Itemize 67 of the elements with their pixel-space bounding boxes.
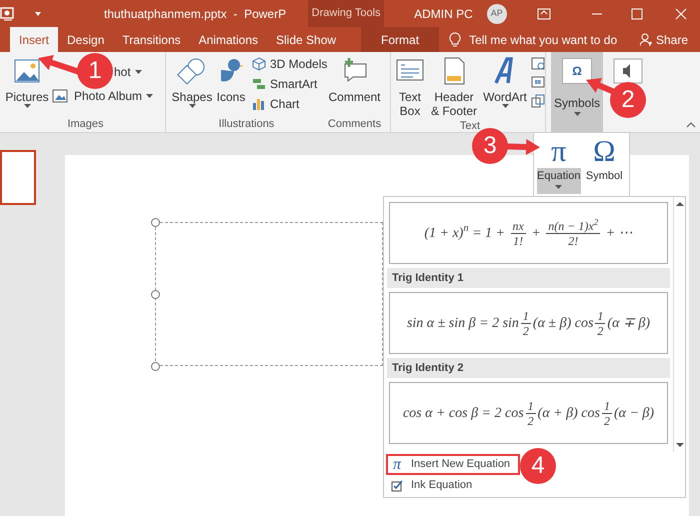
- contextual-tab-group: Drawing Tools: [308, 0, 384, 27]
- smartart-icon: [252, 77, 266, 91]
- chart-icon: [252, 97, 266, 111]
- close-icon: [674, 8, 688, 20]
- group-label: Illustrations: [218, 117, 276, 132]
- caret-icon: [188, 104, 196, 108]
- gallery-heading: Trig Identity 2: [387, 358, 670, 378]
- omega-icon: Ω: [562, 58, 592, 84]
- collapse-ribbon-icon[interactable]: [686, 122, 696, 128]
- maximize-icon: [630, 8, 644, 20]
- ribbon-tab[interactable]: Insert: [10, 27, 58, 52]
- caret-icon: [502, 104, 508, 108]
- object-icon: [531, 94, 545, 108]
- menu-item[interactable]: Ink Equation: [386, 475, 520, 496]
- ribbon-button[interactable]: Shapes: [174, 52, 210, 116]
- app-icon: [0, 6, 16, 22]
- group-label: Images: [66, 117, 105, 132]
- gallery-heading: Trig Identity 1: [387, 268, 670, 288]
- slide-thumbnail[interactable]: [0, 150, 36, 205]
- menu-item[interactable]: π Insert New Equation: [386, 454, 520, 475]
- scroll-up-icon[interactable]: [676, 201, 684, 206]
- ribbon-tab[interactable]: Format: [361, 27, 440, 52]
- group-label: Comments: [326, 117, 382, 132]
- ribbon-small-button[interactable]: SmartArt: [252, 74, 328, 94]
- caret-icon: [574, 112, 580, 116]
- ribbon-small-button[interactable]: 3D Models: [252, 54, 328, 74]
- symbols-menu-item[interactable]: Ω Symbol: [582, 136, 626, 194]
- window-title: thuthuatphanmem.pptx - PowerP: [104, 6, 286, 22]
- callout-arrow: [586, 78, 616, 95]
- speaker-icon: [613, 58, 643, 84]
- ribbon-button[interactable]: WordArt: [483, 52, 527, 118]
- cube-icon: [252, 57, 266, 71]
- ribbon-button[interactable]: Icons: [216, 52, 246, 116]
- shapes-icon: [177, 56, 207, 86]
- user-avatar[interactable]: AP: [486, 4, 507, 24]
- ribbon-button[interactable]: Pictures: [6, 52, 48, 116]
- user-name: ADMIN PC: [414, 6, 473, 22]
- ribbon-small-button[interactable]: Chart: [252, 94, 328, 114]
- tell-me-field[interactable]: Tell me what you want to do: [449, 27, 618, 52]
- ribbon-small-button[interactable]: hot: [114, 62, 142, 82]
- customize-caret-icon[interactable]: [34, 10, 42, 16]
- omega-icon: Ω: [593, 136, 616, 168]
- symbols-menu-item[interactable]: π Equation: [537, 136, 580, 194]
- ribbon-tab[interactable]: Transitions: [113, 27, 190, 52]
- share-button[interactable]: Share: [640, 27, 700, 52]
- ribbon-tab[interactable]: Slide Show: [267, 27, 346, 52]
- symbols-button[interactable]: Ω Symbols: [551, 52, 603, 132]
- photo-album-icon: [52, 88, 70, 104]
- date-time-icon: [531, 56, 545, 70]
- slide-number-icon: [531, 75, 545, 89]
- scrollbar[interactable]: [673, 197, 685, 452]
- caret-icon: [555, 184, 562, 188]
- ribbon-button[interactable]: Text Box: [395, 52, 425, 118]
- media-button[interactable]: [613, 58, 643, 84]
- ribbon-tab[interactable]: Design: [58, 27, 114, 52]
- pi-icon: π: [551, 136, 566, 168]
- person-icon: [640, 32, 652, 46]
- lightbulb-icon: [449, 32, 462, 48]
- ribbon-button[interactable]: Header & Footer: [429, 52, 479, 118]
- caret-icon: [146, 94, 154, 98]
- caret-icon: [24, 104, 30, 108]
- ribbon-display-icon: [536, 8, 551, 20]
- ribbon-tab[interactable]: Animations: [190, 27, 267, 52]
- caret-icon: [134, 70, 142, 74]
- ribbon-button[interactable]: Comment: [326, 52, 382, 116]
- scroll-down-icon[interactable]: [676, 443, 684, 448]
- pi-icon: π: [391, 456, 403, 472]
